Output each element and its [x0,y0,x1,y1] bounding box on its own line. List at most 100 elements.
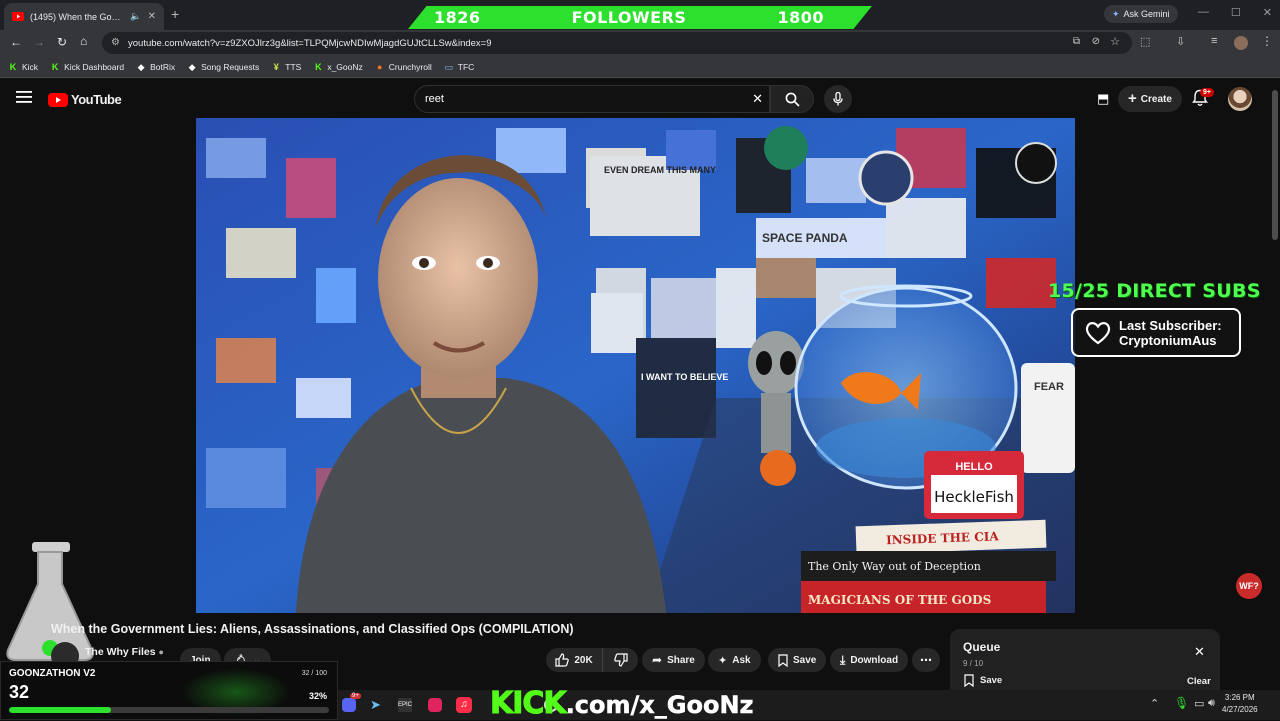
epic-games-icon[interactable]: EPIC [398,698,412,712]
new-tab-icon[interactable]: + [171,6,179,22]
account-avatar[interactable] [1228,87,1252,111]
direct-subs-counter: 15/25 DIRECT SUBS [1048,280,1261,302]
speaker-icon[interactable]: 🔈 [130,11,141,22]
discord-badge: 9+ [350,693,361,699]
download-button[interactable]: ⤓ Download [830,648,909,672]
extensions-icon[interactable]: ⬚ [1140,35,1150,48]
last-subscriber-label: Last Subscriber: [1119,317,1222,333]
clock-time: 3:26 PM [1224,693,1255,702]
music-icon[interactable]: ♫ [456,697,472,713]
windows-taskbar: 9+ ➤ EPIC ♫ ⌃ 🎙︎ ▭ 🔊︎ [338,690,1280,720]
back-icon[interactable]: ← [10,35,22,49]
bookmark-botrix[interactable]: ◆ BotRix [136,62,176,72]
more-actions-button[interactable]: ⋯ [912,648,940,672]
window-controls: — ☐ ✕ [1198,6,1272,19]
window-close-icon[interactable]: ✕ [1263,6,1272,19]
save-button[interactable]: Save [768,648,827,672]
bookmarks-bar: K Kick K Kick Dashboard ◆ BotRix ◆ Song Requ… [0,56,1280,78]
goonzathon-value: 32 [9,682,30,702]
site-info-icon[interactable]: ⚙ [111,37,120,48]
microphone-tray-icon[interactable]: 🎙︎ [1174,696,1189,710]
channel-name-text: The Why Files [85,646,156,658]
goonzathon-progress-bar [9,707,329,713]
youtube-logo-text: YouTube [71,92,122,107]
browser-menu-icon[interactable]: ⋮ [1261,34,1273,48]
video-player[interactable]: EVEN DREAM THIS MANY I WANT TO BELIEVE S… [196,118,1075,613]
followers-current: 1826 [434,8,481,27]
ask-button[interactable]: ✦ Ask [708,648,761,672]
clear-search-icon[interactable]: ✕ [752,91,763,107]
tab-title: (1495) When the Governm... [30,11,125,22]
kick-icon: K [51,61,59,72]
queue-clear-button[interactable]: Clear [1187,676,1211,687]
bookmark-tts[interactable]: ¥ TTS [271,62,302,72]
hide-icon[interactable]: ⊘ [1092,36,1100,47]
search-button[interactable] [770,85,814,113]
like-count: 20K [574,654,593,666]
poster-text-1: EVEN DREAM THIS MANY [604,165,716,175]
youtube-favicon-icon [12,12,24,21]
bookmark-crunchyroll[interactable]: ● Crunchyroll [375,62,432,72]
heart-icon [1085,321,1111,345]
queue-save-button[interactable]: Save [964,674,1002,687]
bookmark-x-goonz[interactable]: Kx_GooNz [313,62,363,72]
page-scrollbar[interactable] [1272,90,1278,240]
folder-icon: ▭ [444,61,453,72]
ask-label: Ask [732,654,751,666]
bookmark-kick-dashboard[interactable]: K Kick Dashboard [50,62,124,72]
voice-search-button[interactable] [824,85,852,113]
reading-list-icon[interactable]: ≡ [1211,35,1217,47]
followers-label: FOLLOWERS [571,8,687,27]
address-bar[interactable]: ⚙ youtube.com/watch?v=z9ZXOJlrz3g&list=T… [102,32,1132,54]
show-hidden-icons[interactable]: ⌃ [1150,697,1159,710]
dislike-button[interactable] [602,648,638,672]
youtube-header: YouTube reet ✕ ⬒ + Create 9+ [0,80,1280,118]
forward-icon[interactable]: → [33,35,45,49]
app-red-icon[interactable] [428,698,442,712]
home-icon[interactable]: ⌂ [80,34,87,48]
reload-icon[interactable]: ↻ [57,35,67,49]
bookmark-song-requests[interactable]: ◆ Song Requests [187,62,260,72]
cast-icon[interactable]: ⬒ [1097,91,1109,107]
discord-icon[interactable] [342,698,356,712]
queue-close-icon[interactable]: ✕ [1194,644,1205,660]
bookmark-kick[interactable]: K Kick [8,62,38,72]
kick-channel-overlay: KICK .com/x_GooNz [490,686,754,721]
browser-tab[interactable]: (1495) When the Governm... 🔈 ✕ [4,3,164,30]
search-input-value: reet [425,93,444,105]
search-input[interactable]: reet ✕ [414,85,770,113]
like-button[interactable]: 20K [546,648,602,672]
bookmark-star-icon[interactable]: ☆ [1110,35,1120,48]
downloads-icon[interactable]: ⇩ [1176,35,1185,48]
tab-close-icon[interactable]: ✕ [148,11,156,22]
video-title: When the Government Lies: Aliens, Assass… [51,622,574,636]
taskbar-clock[interactable]: 3:26 PM 4/27/2026 [1222,692,1258,716]
bookmark-icon [778,653,788,667]
share-button[interactable]: ➦ Share [642,648,705,672]
hamburger-menu-icon[interactable] [16,90,32,104]
network-icon[interactable]: ▭ [1194,697,1204,710]
volume-icon[interactable]: 🔊︎ [1208,697,1215,710]
verified-icon: ● [158,647,164,657]
profile-avatar[interactable] [1234,36,1248,50]
create-button[interactable]: + Create [1118,86,1182,112]
flask-overlay-icon [2,540,98,664]
last-subscriber-card: Last Subscriber: CryptoniumAus [1071,308,1241,357]
ask-gemini-button[interactable]: ✦ Ask Gemini [1104,5,1178,23]
steam-icon[interactable]: ➤ [370,697,381,713]
create-label: Create [1140,93,1172,105]
name-tag-hello: HELLO [955,461,993,473]
bookmark-tfc[interactable]: ▭ TFC [444,61,474,72]
channel-watermark[interactable]: WF? [1236,573,1262,599]
video-frame-image: EVEN DREAM THIS MANY I WANT TO BELIEVE S… [196,118,1075,613]
poster-text-2: I WANT TO BELIEVE [641,372,728,382]
search-icon [785,92,800,107]
maximize-icon[interactable]: ☐ [1231,6,1241,19]
youtube-logo[interactable]: YouTube [48,92,122,107]
channel-name[interactable]: The Why Files ● [85,646,164,658]
minimize-icon[interactable]: — [1198,6,1209,19]
followers-goal: 1800 [777,8,824,27]
browser-toolbar: ← → ↻ ⌂ ⚙ youtube.com/watch?v=z9ZXOJlrz3… [0,30,1280,56]
url-text: youtube.com/watch?v=z9ZXOJlrz3g&list=TLP… [128,37,492,49]
install-icon[interactable]: ⧉ [1073,36,1080,47]
